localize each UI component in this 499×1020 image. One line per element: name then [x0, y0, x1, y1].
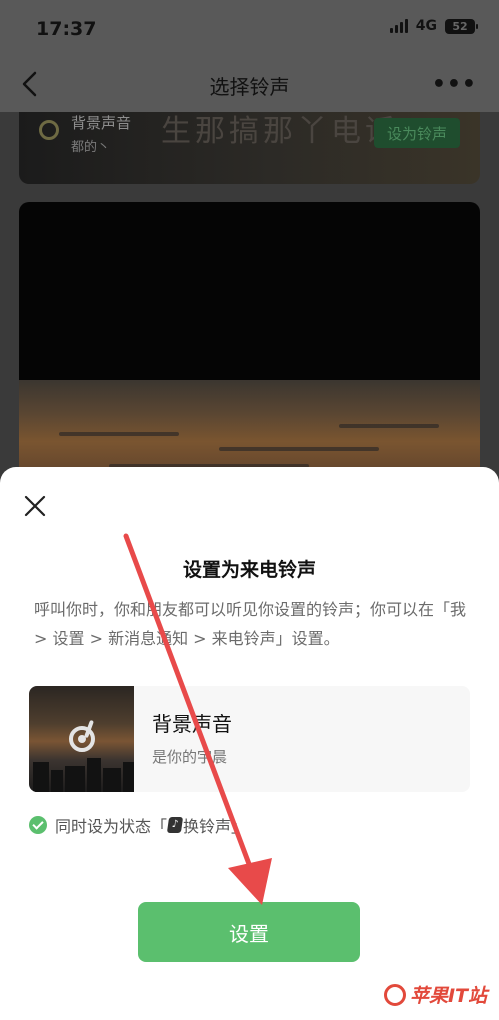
- close-icon[interactable]: [22, 493, 48, 519]
- ringtone-video-preview: [19, 202, 480, 492]
- watermark-text: 苹果IT站: [409, 985, 487, 1007]
- page-title: 选择铃声: [209, 75, 290, 99]
- battery-icon: 52: [445, 18, 478, 34]
- selected-ringtone-card: 背景声音 是你的宇晨: [29, 686, 470, 792]
- watermark: 苹果IT站: [383, 981, 487, 1008]
- status-badge-icon: ♪: [166, 817, 184, 833]
- status-indicators: 4G 52: [389, 18, 478, 34]
- more-options-icon[interactable]: •••: [432, 72, 477, 97]
- set-as-ringtone-button: 设为铃声: [374, 118, 460, 148]
- watermark-logo-icon: [383, 983, 406, 1006]
- ringtone-thumbnail: [29, 686, 134, 792]
- video-overlay-text: 生那搞那丫电话: [161, 114, 399, 149]
- also-set-status-checkbox[interactable]: 同时设为状态「 ♪ 换铃声」: [29, 813, 247, 837]
- set-ringtone-sheet: 设置为来电铃声 呼叫你时，你和朋友都可以听见你设置的铃声；你可以在「我 > 设置…: [0, 467, 499, 1020]
- status-option-label: 同时设为状态「 ♪ 换铃声」: [55, 817, 248, 836]
- status-bar: 17:37 4G 52: [0, 0, 499, 58]
- music-disc-icon: [69, 726, 95, 752]
- status-time: 17:37: [36, 18, 97, 40]
- network-type: 4G: [415, 18, 437, 34]
- ringtone-name: 背景声音: [152, 712, 232, 736]
- ringtone-subtitle: 是你的宇晨: [152, 748, 228, 766]
- set-button[interactable]: 设置: [138, 902, 360, 962]
- sheet-description: 呼叫你时，你和朋友都可以听见你设置的铃声；你可以在「我 > 设置 > 新消息通知…: [34, 600, 467, 648]
- signal-icon: [389, 19, 408, 33]
- ringtone-author: 都的丶: [71, 140, 111, 155]
- ringtone-list-item: 生那搞那丫电话 背景声音 都的丶 设为铃声: [19, 112, 480, 184]
- sheet-title: 设置为来电铃声: [182, 559, 316, 581]
- checkmark-circle-icon[interactable]: [29, 816, 47, 834]
- music-disc-icon: [39, 120, 59, 140]
- ringtone-name: 背景声音: [71, 114, 132, 132]
- nav-bar: 选择铃声 •••: [0, 58, 499, 112]
